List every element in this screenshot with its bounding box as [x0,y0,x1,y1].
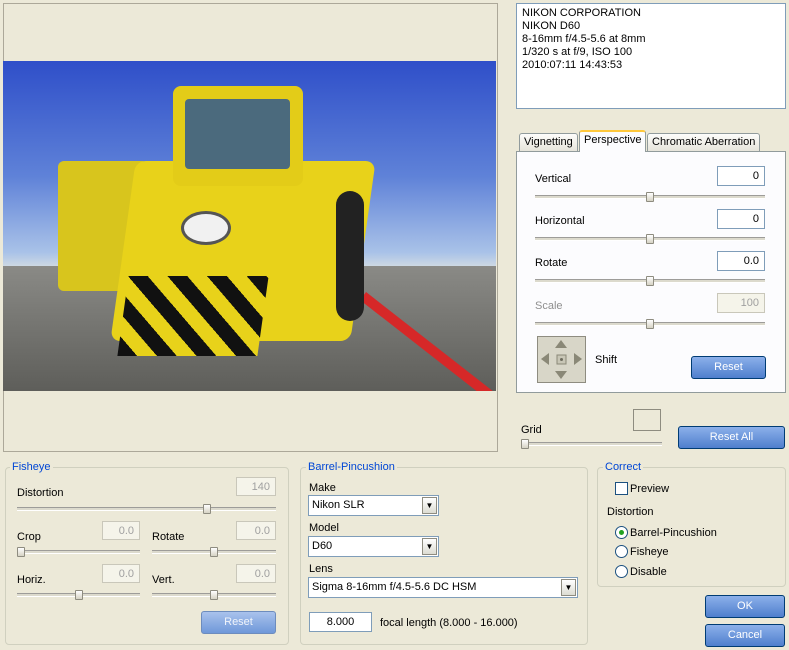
rotate-field[interactable]: 0.0 [717,251,765,271]
fisheye-rotate-slider[interactable] [152,547,276,557]
fisheye-crop-field: 0.0 [102,521,140,540]
rotate-slider-thumb[interactable] [646,276,654,286]
reset-all-button[interactable]: Reset All [678,426,785,449]
vertical-label: Vertical [535,173,572,185]
rotate-label: Rotate [535,257,568,269]
make-label: Make [309,482,336,494]
image-truck-window [185,99,290,169]
chevron-down-icon[interactable]: ▼ [561,579,576,596]
exif-info: NIKON CORPORATION NIKON D60 8-16mm f/4.5… [516,3,786,109]
fisheye-title: Fisheye [10,461,53,473]
vertical-field[interactable]: 0 [717,166,765,186]
fisheye-crop-slider-thumb[interactable] [17,547,25,557]
radio-fisheye[interactable] [615,545,628,558]
radio-disable-label[interactable]: Disable [630,566,667,578]
grid-label: Grid [521,424,542,436]
chevron-down-icon[interactable]: ▼ [422,497,437,514]
horizontal-label: Horizontal [535,215,585,227]
radio-barrel-pincushion[interactable] [615,526,628,539]
scale-label: Scale [535,300,563,312]
radio-disable[interactable] [615,565,628,578]
scale-slider [535,319,765,329]
focal-length-label: focal length (8.000 - 16.000) [380,617,518,629]
fisheye-reset-button: Reset [201,611,276,634]
grid-slider-thumb[interactable] [521,439,529,449]
exif-lens: 8-16mm f/4.5-5.6 at 8mm [522,33,646,45]
scale-field: 100 [717,293,765,313]
fisheye-rotate-label: Rotate [152,531,185,543]
fisheye-vert-label: Vert. [152,574,175,586]
rotate-slider[interactable] [535,276,765,286]
fisheye-horiz-slider[interactable] [17,590,140,600]
preview-image [3,61,496,391]
radio-fisheye-label[interactable]: Fisheye [630,546,669,558]
fisheye-horiz-field: 0.0 [102,564,140,583]
fisheye-distortion-slider-thumb[interactable] [203,504,211,514]
lens-select[interactable]: Sigma 8-16mm f/4.5-5.6 DC HSM ▼ [308,577,578,598]
lens-select-value: Sigma 8-16mm f/4.5-5.6 DC HSM [312,581,477,593]
grid-color-swatch[interactable] [633,409,661,431]
preview-label[interactable]: Preview [630,483,669,495]
fisheye-vert-slider-thumb[interactable] [210,590,218,600]
horizontal-field[interactable]: 0 [717,209,765,229]
make-select-value: Nikon SLR [312,499,365,511]
radio-barrel-pincushion-label[interactable]: Barrel-Pincushion [630,527,717,539]
make-select[interactable]: Nikon SLR ▼ [308,495,439,516]
fisheye-distortion-label: Distortion [17,487,64,499]
barrel-title: Barrel-Pincushion [306,461,397,473]
model-label: Model [309,522,339,534]
vertical-slider[interactable] [535,192,765,202]
shift-pad[interactable] [537,336,586,383]
horizontal-slider-thumb[interactable] [646,234,654,244]
preview-checkbox[interactable] [615,482,628,495]
scale-slider-thumb [646,319,654,329]
perspective-reset-button[interactable]: Reset [691,356,766,379]
shift-arrows-icon [541,340,582,379]
image-wheel [336,191,364,321]
ok-button[interactable]: OK [705,595,785,618]
tab-vignetting[interactable]: Vignetting [519,133,578,151]
fisheye-horiz-slider-thumb[interactable] [75,590,83,600]
shift-label: Shift [595,354,618,366]
model-select[interactable]: D60 ▼ [308,536,439,557]
correct-title: Correct [603,461,644,473]
fisheye-rotate-slider-thumb[interactable] [210,547,218,557]
tab-perspective[interactable]: Perspective [579,130,647,152]
fisheye-crop-slider[interactable] [17,547,140,557]
chevron-down-icon[interactable]: ▼ [422,538,437,555]
model-select-value: D60 [312,540,333,552]
exif-exposure: 1/320 s at f/9, ISO 100 [522,46,633,58]
horizontal-slider[interactable] [535,234,765,244]
vertical-slider-thumb[interactable] [646,192,654,202]
exif-make: NIKON CORPORATION [522,7,641,19]
exif-date: 2010:07:11 14:43:53 [522,59,623,71]
fisheye-horiz-label: Horiz. [17,574,46,586]
fisheye-rotate-field: 0.0 [236,521,276,540]
fisheye-vert-field: 0.0 [236,564,276,583]
exif-model: NIKON D60 [522,20,581,32]
grid-slider[interactable] [521,439,662,449]
correct-distortion-label: Distortion [607,506,654,518]
fisheye-distortion-slider[interactable] [17,504,276,514]
cancel-button[interactable]: Cancel [705,624,785,647]
image-headlight [181,211,231,245]
fisheye-distortion-field: 140 [236,477,276,496]
tab-chromatic-aberration[interactable]: Chromatic Aberration [647,133,761,151]
lens-label: Lens [309,563,333,575]
fisheye-vert-slider[interactable] [152,590,276,600]
focal-length-field[interactable]: 8.000 [309,612,372,632]
image-hazard-stripes [117,276,269,356]
fisheye-crop-label: Crop [17,531,41,543]
